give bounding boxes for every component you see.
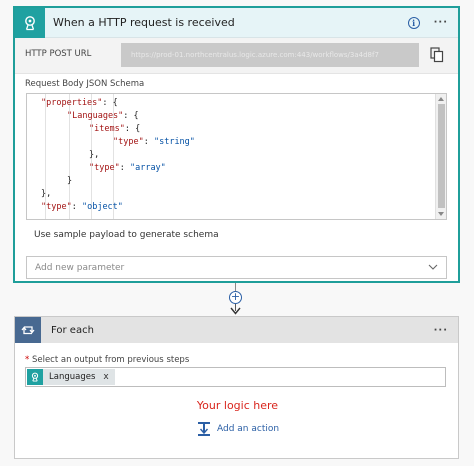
http-request-icon [15,7,45,38]
add-parameter-placeholder: Add new parameter [35,263,125,273]
code-line: "type": "string" [113,136,195,149]
http-post-url-field[interactable]: https://prod-01.northcentralus.logic.azu… [121,43,419,67]
scroll-up-arrow-icon[interactable] [438,97,444,101]
code-token: "type" [113,137,144,147]
code-token: "object" [81,202,123,212]
code-token: } [67,176,73,186]
add-action-label: Add an action [217,424,280,434]
code-line: "type": "object" [41,201,123,214]
loop-icon [15,317,41,343]
select-output-input[interactable]: Languages x [25,367,446,387]
code-token: "string" [153,137,195,147]
code-token: "array" [129,163,166,173]
code-token: : { [102,98,118,108]
add-action-button[interactable]: Add an action [197,421,279,437]
code-token: "type" [41,202,72,212]
code-line: "items": { [89,123,140,136]
select-output-text: Select an output from previous steps [31,355,190,365]
code-line: "type": "array" [89,162,166,175]
code-line: }, [89,149,99,162]
select-output-label: * Select an output from previous steps [25,355,189,365]
chevron-down-icon [428,264,438,270]
code-line: } [67,175,72,188]
trigger-header[interactable]: When a HTTP request is received i ··· [15,7,458,38]
code-token: : { [123,111,139,121]
scroll-thumb[interactable] [438,104,445,208]
add-new-parameter-dropdown[interactable]: Add new parameter [26,256,447,279]
code-line: "properties": { [41,97,118,110]
for-each-header[interactable]: For each ··· [15,317,458,343]
your-logic-here-text: Your logic here [196,399,279,412]
http-post-url-row: HTTP POST URL https://prod-01.northcentr… [15,38,458,74]
code-token: }, [89,150,100,160]
http-request-icon [27,369,43,385]
add-action-icon [198,422,210,436]
code-token: : [119,163,130,173]
schema-label: Request Body JSON Schema [25,79,145,89]
code-token: : { [124,124,141,134]
code-token: "type" [89,163,120,173]
code-line: }, [41,188,51,201]
languages-token[interactable]: Languages x [27,369,115,385]
code-token: "properties" [41,98,103,108]
copy-icon[interactable] [430,47,444,63]
code-line: "Languages": { [67,110,139,123]
for-each-more-menu[interactable]: ··· [434,325,448,336]
http-trigger-card[interactable]: When a HTTP request is received i ··· HT… [13,6,460,283]
insert-step-button[interactable]: + [229,291,242,304]
code-token: }, [41,189,52,199]
schema-scrollbar[interactable] [435,94,446,219]
scroll-down-arrow-icon[interactable] [438,212,444,216]
http-post-url-label: HTTP POST URL [25,49,92,59]
trigger-more-menu[interactable]: ··· [434,17,448,28]
token-remove-button[interactable]: x [95,372,108,382]
arrow-down-icon [230,307,241,315]
code-token: : [143,137,154,147]
code-token: "Languages" [67,111,124,121]
trigger-title: When a HTTP request is received [53,16,235,29]
code-token: "items" [89,124,125,134]
info-icon[interactable]: i [407,16,420,29]
code-token: : [71,202,82,212]
use-sample-payload-link[interactable]: Use sample payload to generate schema [34,230,219,240]
schema-editor[interactable]: "properties": {"Languages": {"items": {"… [26,93,447,220]
for-each-title: For each [51,324,94,336]
token-label: Languages [49,372,96,382]
for-each-card[interactable]: For each ··· * Select an output from pre… [14,316,459,459]
required-marker: * [25,355,30,365]
